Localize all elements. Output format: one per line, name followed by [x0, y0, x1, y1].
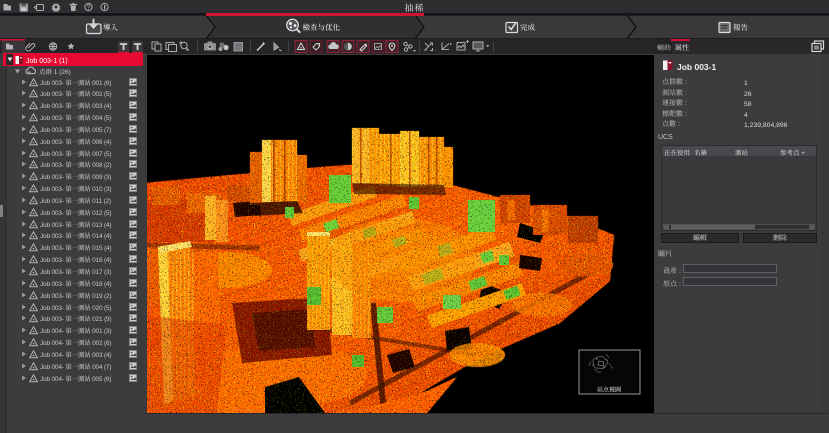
svg-text:站点視圖: 站点視圖 [597, 385, 621, 394]
